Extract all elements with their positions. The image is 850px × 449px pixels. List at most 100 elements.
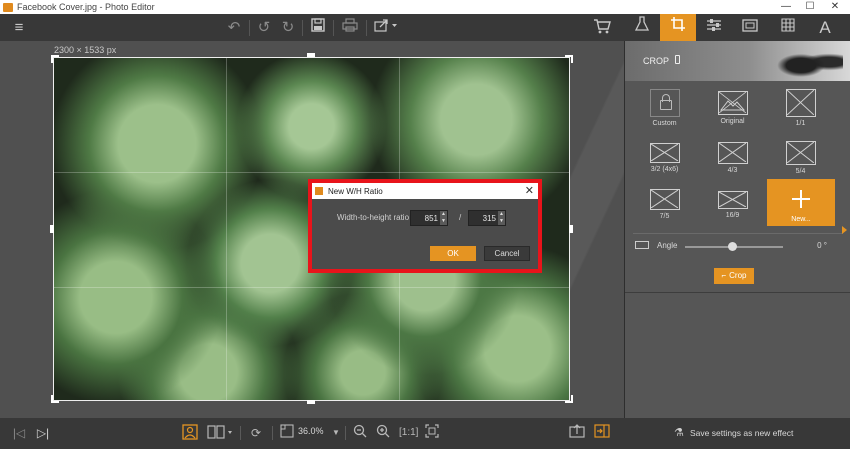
width-ratio-value[interactable]: 851 bbox=[425, 214, 438, 223]
angle-slider-knob[interactable] bbox=[728, 242, 737, 251]
title-bar: Facebook Cover.jpg - Photo Editor — ☐ ✕ bbox=[0, 0, 850, 14]
preset-custom[interactable]: Custom bbox=[637, 86, 692, 131]
preset-label: 16/9 bbox=[725, 212, 740, 219]
zoom-value[interactable]: 36.0% bbox=[298, 426, 324, 436]
share-icon[interactable] bbox=[373, 18, 399, 38]
crop-panel: CROP Custom Original 1/1 3/2 (4x6) 4/3 5… bbox=[624, 41, 850, 418]
previous-image-icon[interactable]: |◁ bbox=[12, 424, 26, 442]
next-image-icon[interactable]: ▷| bbox=[36, 424, 50, 442]
height-up-arrow-icon[interactable]: ▲ bbox=[498, 211, 505, 218]
crop-handle-top-left[interactable] bbox=[51, 55, 59, 63]
zoom-in-icon[interactable] bbox=[375, 424, 391, 442]
window-title: Facebook Cover.jpg - Photo Editor bbox=[17, 2, 155, 12]
crop-button[interactable]: ⌐ Crop bbox=[714, 268, 754, 284]
preset-original[interactable]: Original bbox=[705, 86, 760, 131]
width-down-arrow-icon[interactable]: ▼ bbox=[440, 218, 447, 225]
text-icon[interactable]: A bbox=[807, 14, 843, 41]
redo-icon[interactable]: ↻ bbox=[280, 18, 296, 38]
dialog-title-bar: New W/H Ratio ✕ bbox=[312, 183, 538, 199]
zoom-dropdown-icon[interactable]: ▼ bbox=[331, 424, 341, 442]
undo-step-icon[interactable]: ↺ bbox=[256, 18, 272, 38]
angle-row: Angle 0 ° bbox=[625, 238, 850, 256]
cart-icon[interactable] bbox=[592, 18, 612, 38]
minimize-button[interactable]: — bbox=[773, 0, 799, 14]
ratio-3-2-icon bbox=[649, 143, 680, 163]
export-screen-icon[interactable] bbox=[568, 424, 586, 442]
save-icon[interactable] bbox=[310, 18, 326, 38]
preset-label: 1/1 bbox=[795, 120, 806, 127]
cancel-button[interactable]: Cancel bbox=[484, 246, 530, 261]
width-up-arrow-icon[interactable]: ▲ bbox=[440, 211, 447, 218]
preset-3-2[interactable]: 3/2 (4x6) bbox=[637, 136, 692, 181]
app-icon bbox=[3, 2, 13, 12]
undo-icon[interactable]: ↶ bbox=[225, 18, 243, 38]
crop-handle-right[interactable] bbox=[569, 225, 573, 233]
height-down-arrow-icon[interactable]: ▼ bbox=[498, 218, 505, 225]
original-image-icon bbox=[717, 91, 748, 115]
preset-new[interactable]: New... bbox=[767, 179, 835, 226]
angle-value: 0 ° bbox=[817, 241, 827, 250]
ruler-icon bbox=[635, 241, 649, 249]
banner-image bbox=[773, 45, 843, 79]
preset-label: New... bbox=[791, 216, 811, 223]
main-toolbar: ≡ ↶ ↺ ↻ bbox=[0, 14, 624, 41]
tool-tabs: A bbox=[624, 14, 850, 41]
dialog-title: New W/H Ratio bbox=[328, 186, 383, 196]
flask-icon[interactable] bbox=[624, 14, 660, 41]
crop-handle-top-right[interactable] bbox=[565, 55, 573, 63]
ratio-16-9-icon bbox=[717, 191, 748, 209]
ratio-label: Width-to-height ratio bbox=[337, 213, 410, 222]
preset-7-5[interactable]: 7/5 bbox=[637, 183, 692, 228]
crop-header: CROP bbox=[643, 56, 670, 66]
crop-handle-top[interactable] bbox=[307, 53, 315, 57]
ratio-4-3-icon bbox=[717, 142, 748, 164]
preset-5-4[interactable]: 5/4 bbox=[773, 136, 828, 181]
texture-icon[interactable] bbox=[770, 14, 806, 41]
print-icon[interactable] bbox=[341, 18, 359, 38]
preset-4-3[interactable]: 4/3 bbox=[705, 136, 760, 181]
adjust-icon[interactable] bbox=[696, 14, 732, 41]
menu-icon[interactable]: ≡ bbox=[10, 18, 28, 38]
rotate-icon[interactable]: ⟳ bbox=[247, 424, 265, 442]
ratio-5-4-icon bbox=[785, 141, 816, 165]
zoom-fit-icon[interactable] bbox=[279, 424, 295, 442]
ratio-row: Width-to-height ratio 851 ▲ ▼ / 315 ▲ ▼ bbox=[312, 210, 538, 226]
height-ratio-stepper[interactable]: 315 ▲ ▼ bbox=[468, 210, 506, 226]
width-ratio-stepper[interactable]: 851 ▲ ▼ bbox=[410, 210, 448, 226]
save-settings-link[interactable]: Save settings as new effect bbox=[690, 428, 793, 438]
maximize-button[interactable]: ☐ bbox=[797, 0, 823, 14]
preset-label: Original bbox=[720, 118, 745, 125]
ratio-7-5-icon bbox=[649, 189, 680, 210]
portrait-view-icon[interactable] bbox=[181, 424, 199, 442]
panel-separator bbox=[625, 292, 850, 293]
frame-icon[interactable] bbox=[732, 14, 768, 41]
lock-icon bbox=[649, 89, 680, 117]
fit-screen-icon[interactable] bbox=[424, 424, 440, 442]
dialog-close-icon[interactable]: ✕ bbox=[525, 183, 534, 199]
preset-label: 3/2 (4x6) bbox=[650, 166, 679, 173]
preset-16-9[interactable]: 16/9 bbox=[705, 183, 760, 228]
square-ratio-icon bbox=[785, 89, 816, 117]
crop-icon[interactable] bbox=[660, 14, 696, 41]
new-ratio-dialog: New W/H Ratio ✕ Width-to-height ratio 85… bbox=[312, 183, 538, 269]
angle-label: Angle bbox=[657, 241, 678, 250]
close-window-button[interactable]: ✕ bbox=[822, 0, 848, 14]
crop-handle-bottom[interactable] bbox=[307, 400, 315, 404]
ok-button[interactable]: OK bbox=[430, 246, 476, 261]
crop-handle-left[interactable] bbox=[50, 225, 54, 233]
crop-small-icon: ⌐ bbox=[721, 271, 727, 280]
compare-view-icon[interactable] bbox=[206, 424, 234, 442]
actual-size-icon[interactable]: [1:1] bbox=[399, 424, 418, 442]
bottom-toolbar: |◁ ▷| ⟳ 36.0% ▼ [1:1] bbox=[0, 418, 624, 449]
preset-1-1[interactable]: 1/1 bbox=[773, 86, 828, 131]
zoom-out-icon[interactable] bbox=[352, 424, 368, 442]
phone-icon bbox=[675, 55, 680, 64]
right-bottom-bar: ⚗ Save settings as new effect bbox=[624, 418, 850, 449]
toggle-panel-icon[interactable] bbox=[593, 424, 611, 442]
panel-expand-arrow-icon[interactable] bbox=[842, 226, 847, 234]
dialog-app-icon bbox=[315, 187, 323, 195]
crop-handle-bottom-left[interactable] bbox=[51, 395, 59, 403]
ratio-separator: / bbox=[459, 213, 462, 222]
crop-handle-bottom-right[interactable] bbox=[565, 395, 573, 403]
height-ratio-value[interactable]: 315 bbox=[483, 214, 496, 223]
